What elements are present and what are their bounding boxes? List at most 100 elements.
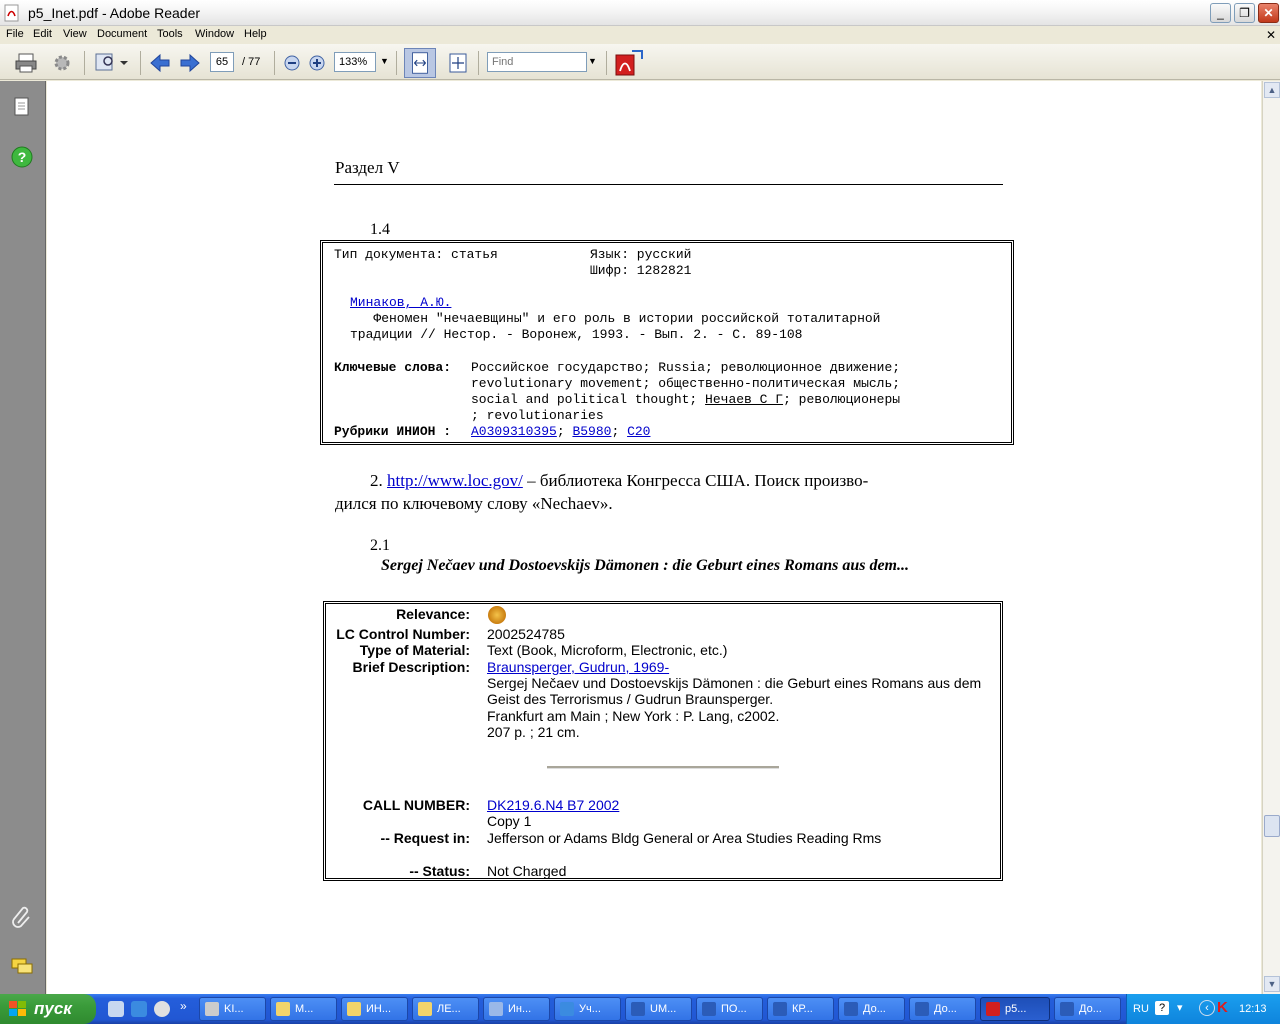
taskbar-button[interactable]: До... <box>909 997 976 1021</box>
language: Язык: русский <box>590 247 692 262</box>
taskbar-button[interactable]: KI... <box>199 997 266 1021</box>
taskbar-button[interactable]: ИН... <box>341 997 408 1021</box>
page-total: / 77 <box>242 56 261 68</box>
word-icon <box>915 1002 929 1016</box>
pdf-file-icon <box>4 4 19 22</box>
author-link[interactable]: Минаков, А.Ю. <box>350 295 451 311</box>
language-indicator[interactable]: RU <box>1133 1003 1149 1015</box>
start-button[interactable]: пуск <box>0 994 96 1024</box>
keywords-line: social and political thought; Нечаев С Г… <box>471 392 900 408</box>
keywords-text: ; революционеры <box>783 392 901 407</box>
menu-edit[interactable]: Edit <box>33 28 52 40</box>
taskbar-button[interactable]: ПО... <box>696 997 763 1021</box>
menu-window[interactable]: Window <box>195 28 234 40</box>
help-icon[interactable]: ? <box>10 145 34 169</box>
tray-icon[interactable]: ▾ <box>1177 1001 1183 1014</box>
minimize-button[interactable]: _ <box>1210 3 1231 23</box>
fit-page-icon[interactable] <box>446 52 470 74</box>
taskbar-button[interactable]: КР... <box>767 997 834 1021</box>
vertical-scrollbar[interactable]: ▲ ▼ <box>1262 81 1280 994</box>
description-line: Geist des Terrorismus / Gudrun Braunsper… <box>487 691 774 707</box>
zoom-out-icon[interactable] <box>282 52 302 74</box>
previous-page-icon[interactable] <box>148 52 172 74</box>
antivirus-icon[interactable]: K <box>1217 999 1228 1016</box>
type-value: Text (Book, Microform, Electronic, etc.) <box>487 642 728 658</box>
navigation-panel: ? <box>0 81 46 994</box>
section-heading: Раздел V <box>335 158 400 177</box>
scrollbar-thumb[interactable] <box>1264 815 1280 837</box>
record-title-line: Феномен "нечаевщины" и его роль в истори… <box>350 311 881 326</box>
zoom-dropdown-icon[interactable]: ▼ <box>380 56 389 66</box>
call-number-link[interactable]: DK219.6.N4 B7 2002 <box>487 797 619 813</box>
find-input[interactable] <box>487 52 587 72</box>
quicklaunch-more-icon[interactable]: » <box>180 999 187 1013</box>
taskbar-button[interactable]: М... <box>270 997 337 1021</box>
svg-text:?: ? <box>18 149 27 165</box>
comments-icon[interactable] <box>10 955 34 979</box>
close-button[interactable]: ✕ <box>1258 3 1279 23</box>
attachments-paperclip-icon[interactable] <box>10 905 34 929</box>
zoom-level-input[interactable] <box>334 52 376 72</box>
keywords-line: ; revolutionaries <box>471 408 604 423</box>
heading-underline <box>334 184 1003 185</box>
document-close-icon[interactable]: ✕ <box>1266 28 1276 42</box>
description-line: Frankfurt am Main ; New York : P. Lang, … <box>487 708 780 724</box>
window-title: p5_Inet.pdf - Adobe Reader <box>28 5 201 21</box>
loc-gov-link[interactable]: http://www.loc.gov/ <box>387 471 523 490</box>
taskbar-button[interactable]: Уч... <box>554 997 621 1021</box>
fit-width-icon[interactable] <box>404 48 436 78</box>
menu-help[interactable]: Help <box>244 28 267 40</box>
paragraph-text: – библиотека Конгресса США. Поиск произв… <box>522 471 869 490</box>
relevance-label: Relevance: <box>396 606 470 622</box>
print-icon[interactable] <box>14 52 38 74</box>
menu-view[interactable]: View <box>63 28 87 40</box>
taskbar-button[interactable]: UM... <box>625 997 692 1021</box>
description-line: Sergej Nečaev und Dostoevskijs Dämonen :… <box>487 675 982 691</box>
scroll-down-icon[interactable]: ▼ <box>1264 976 1280 992</box>
pdf-icon <box>986 1002 1000 1016</box>
quicklaunch-ie-icon[interactable] <box>131 1001 147 1017</box>
record-divider <box>547 766 779 769</box>
help-tray-icon[interactable]: ? <box>1155 1001 1169 1015</box>
adobe-reader-icon[interactable] <box>614 49 644 77</box>
toolbar: / 77 ▼ ▼ <box>0 44 1280 80</box>
menu-tools[interactable]: Tools <box>157 28 183 40</box>
taskbar-button[interactable]: ЛЕ... <box>412 997 479 1021</box>
taskbar-label: UM... <box>650 1003 677 1015</box>
taskbar-button[interactable]: До... <box>1054 997 1121 1021</box>
author-link[interactable]: Braunsperger, Gudrun, 1969- <box>487 659 669 675</box>
taskbar-button[interactable]: До... <box>838 997 905 1021</box>
toolbar-separator <box>396 51 397 75</box>
document-page: Раздел V 1.4 Тип документа: статья Язык:… <box>47 81 1261 994</box>
page-number-input[interactable] <box>210 52 234 72</box>
system-tray: RU ? ▾ ‹ K 12:13 <box>1126 994 1280 1024</box>
taskbar-label: p5... <box>1005 1003 1027 1015</box>
item-number: 2.1 <box>370 537 390 554</box>
rubric-link[interactable]: А0309310395 <box>471 424 557 439</box>
pages-icon[interactable] <box>10 95 34 119</box>
zoom-in-icon[interactable] <box>307 52 327 74</box>
clock[interactable]: 12:13 <box>1239 1003 1267 1015</box>
show-hidden-icons-icon[interactable]: ‹ <box>1199 1000 1215 1016</box>
rubric-link[interactable]: С20 <box>627 424 650 439</box>
toolbar-separator <box>478 51 479 75</box>
rubric-link[interactable]: В5980 <box>572 424 611 439</box>
word-icon <box>844 1002 858 1016</box>
menu-document[interactable]: Document <box>97 28 147 40</box>
quicklaunch-desktop-icon[interactable] <box>108 1001 124 1017</box>
paragraph-line: дился по ключевому слову «Nechaev». <box>335 494 613 513</box>
find-dropdown-icon[interactable]: ▼ <box>588 56 597 66</box>
quicklaunch-media-icon[interactable] <box>154 1001 170 1017</box>
restore-button[interactable]: ❐ <box>1234 3 1255 23</box>
menu-file[interactable]: File <box>6 28 24 40</box>
menu-bar: File Edit View Document Tools Window Hel… <box>0 26 1280 44</box>
toolbar-separator <box>274 51 275 75</box>
scroll-up-icon[interactable]: ▲ <box>1264 82 1280 98</box>
page-display-icon[interactable] <box>94 52 130 74</box>
settings-gear-icon[interactable] <box>50 52 74 74</box>
paragraph-number: 2. <box>370 471 383 490</box>
taskbar-button[interactable]: Ин... <box>483 997 550 1021</box>
next-page-icon[interactable] <box>178 52 202 74</box>
taskbar-button-active[interactable]: p5... <box>980 997 1050 1021</box>
start-label: пуск <box>34 999 72 1018</box>
